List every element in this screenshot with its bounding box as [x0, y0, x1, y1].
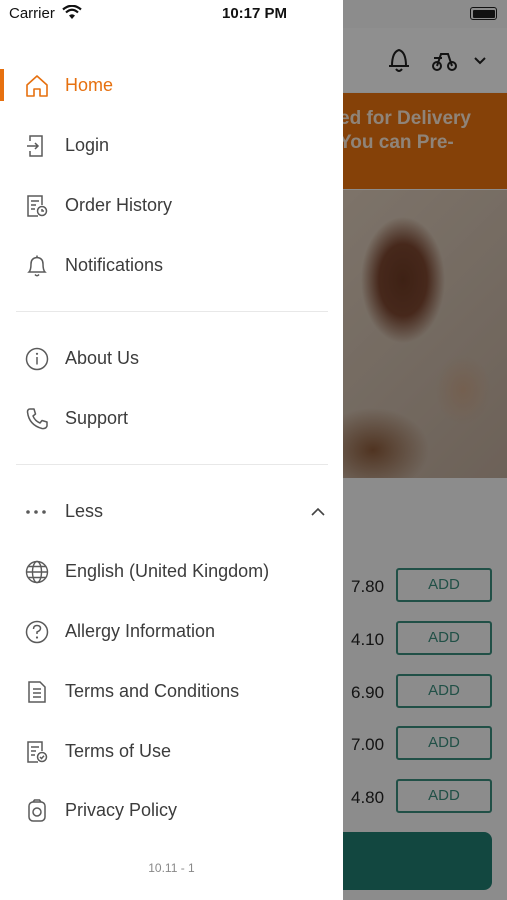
privacy-icon	[24, 798, 50, 824]
info-icon	[24, 346, 50, 372]
menu-item-order-history[interactable]: Order History	[0, 181, 343, 231]
status-time: 10:17 PM	[222, 5, 288, 22]
globe-icon	[24, 559, 50, 585]
menu-item-support[interactable]: Support	[0, 394, 343, 444]
more-dots-icon	[24, 499, 50, 525]
menu-item-label: About Us	[65, 348, 140, 368]
battery-icon	[470, 7, 497, 20]
menu-item-label: Terms and Conditions	[65, 681, 240, 701]
menu-item-label: Support	[65, 408, 129, 428]
phone-icon	[24, 406, 50, 432]
menu-item-home[interactable]: Home	[0, 61, 343, 111]
menu-divider	[16, 311, 328, 312]
question-icon	[24, 619, 50, 645]
order-history-icon	[24, 193, 50, 219]
menu-item-privacy[interactable]: Privacy Policy	[0, 786, 343, 836]
document-icon	[24, 679, 50, 705]
menu-item-login[interactable]: Login	[0, 121, 343, 171]
status-bar: Carrier 10:17 PM	[0, 0, 343, 28]
bell-icon	[24, 253, 50, 279]
menu-item-terms-conditions[interactable]: Terms and Conditions	[0, 667, 343, 717]
menu-item-label: Terms of Use	[65, 741, 172, 761]
chevron-up-icon	[310, 504, 326, 520]
menu-item-label: Less	[65, 501, 104, 521]
menu-item-label: Order History	[65, 195, 173, 215]
menu-item-label: Home	[65, 75, 114, 95]
menu-item-label: Allergy Information	[65, 621, 216, 641]
menu-item-terms-use[interactable]: Terms of Use	[0, 727, 343, 777]
menu-item-allergy[interactable]: Allergy Information	[0, 607, 343, 657]
menu-item-about-us[interactable]: About Us	[0, 334, 343, 384]
menu-item-notifications[interactable]: Notifications	[0, 241, 343, 291]
menu-item-label: Privacy Policy	[65, 800, 178, 820]
menu-item-language[interactable]: English (United Kingdom)	[0, 547, 343, 597]
menu-item-label: English (United Kingdom)	[65, 561, 270, 581]
menu-divider	[16, 464, 328, 465]
login-icon	[24, 133, 50, 159]
side-drawer: Carrier 10:17 PM Home Login Order Histor…	[0, 0, 343, 900]
home-icon	[24, 73, 50, 99]
wifi-icon	[62, 5, 82, 20]
menu-item-label: Notifications	[65, 255, 164, 275]
carrier-label: Carrier	[9, 5, 55, 22]
menu-item-label: Login	[65, 135, 110, 155]
app-version: 10.11 - 1	[148, 861, 195, 875]
terms-of-use-icon	[24, 739, 50, 765]
menu-item-less[interactable]: Less	[0, 487, 343, 537]
